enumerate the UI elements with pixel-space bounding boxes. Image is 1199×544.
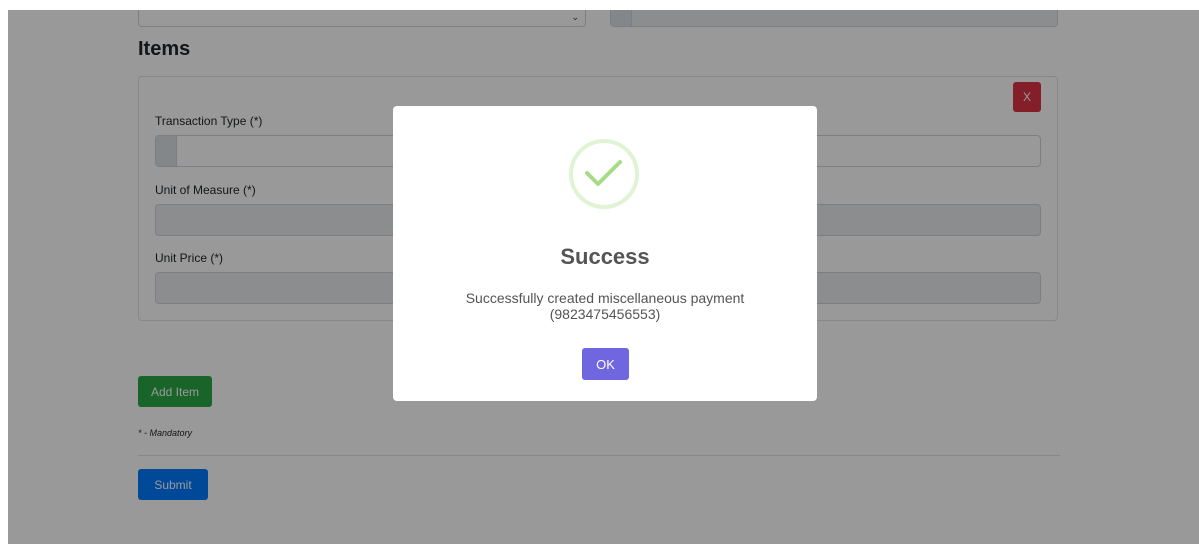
ok-button[interactable]: OK [582, 348, 629, 380]
success-icon-ring [569, 139, 639, 209]
success-dialog: Success Successfully created miscellaneo… [393, 106, 817, 401]
dialog-message: Successfully created miscellaneous payme… [465, 290, 745, 322]
page: ⌄ Items X Transaction Type (*) Unit of M… [0, 0, 1199, 544]
dialog-title: Success [560, 244, 650, 269]
check-icon [585, 160, 622, 186]
